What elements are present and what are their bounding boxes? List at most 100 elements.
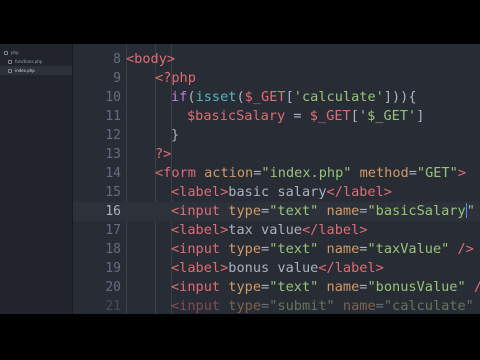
code-token: </label>	[318, 260, 384, 276]
code-token: ?>	[155, 146, 172, 162]
code-token: "text"	[269, 241, 319, 257]
code-token: "submit"	[269, 298, 335, 314]
code-line[interactable]: 12}	[73, 126, 480, 145]
code-token: ]	[416, 108, 425, 124]
code-token: />	[457, 241, 474, 257]
code-token: "calculate"	[383, 298, 474, 314]
code-token: $_GET	[244, 89, 286, 105]
letterbox-bottom	[0, 314, 480, 360]
line-number: 11	[105, 109, 121, 124]
code-token: {	[408, 89, 417, 105]
code-token: "bonusValue"	[367, 279, 466, 295]
code-line[interactable]: 16 <input type="text" name="basicSalary" …	[73, 202, 480, 221]
code-token: </label>	[301, 222, 368, 238]
line-number: 17	[105, 223, 121, 238]
code-token: tax value	[228, 222, 302, 238]
code-line[interactable]: 8 <body>	[73, 50, 480, 69]
line-number: 18	[105, 242, 121, 257]
line-number: 9	[113, 71, 121, 86]
code-token: type	[228, 241, 262, 257]
code-token: (	[236, 89, 245, 105]
line-number: 14	[105, 166, 121, 181]
code-token: type	[228, 298, 262, 314]
code-token: (	[187, 89, 196, 105]
code-token: "index.php"	[261, 165, 352, 181]
code-text: <label>basic salary</label>	[171, 183, 392, 202]
code-line[interactable]: 13 ?>	[73, 145, 480, 164]
code-token: =	[408, 165, 417, 181]
code-token: type	[228, 203, 262, 219]
code-text: <?php	[155, 69, 196, 88]
code-text: if(isset($_GET['calculate'])){	[171, 88, 417, 107]
code-token: >	[457, 165, 467, 181]
code-token: type	[228, 279, 262, 295]
code-token: "taxValue"	[367, 241, 450, 257]
code-line[interactable]: 17 <label>tax value</label>	[73, 221, 480, 240]
code-token: "basicSalary	[367, 203, 466, 219]
code-token: <form	[155, 165, 196, 181]
code-line[interactable]: 9 <?php	[73, 69, 480, 88]
tree-item-label: functions.php	[15, 59, 43, 64]
code-token: }	[171, 127, 180, 143]
code-token: ]))	[383, 89, 409, 105]
code-token: name	[326, 203, 360, 219]
line-number: 13	[105, 147, 121, 162]
code-token: =	[261, 203, 270, 219]
code-text: <input type="text" name="basicSalary" />	[171, 202, 480, 221]
code-line[interactable]: 21 <input type="submit" name="calculate" …	[73, 297, 480, 314]
code-token: <label>	[171, 260, 229, 276]
line-number: 10	[105, 90, 121, 105]
editor-pane[interactable]: 8 <body> 9 <?php 10 if(isset($_GET['calculate…	[73, 44, 480, 314]
code-text: <label>tax value</label>	[171, 221, 367, 240]
code-token: <body>	[126, 51, 176, 67]
letterbox-top	[0, 0, 480, 44]
code-line[interactable]: 10 if(isset($_GET['calculate'])){	[73, 88, 480, 107]
code-token: name	[326, 279, 360, 295]
code-token: name	[342, 298, 376, 314]
code-token: <label>	[171, 184, 229, 200]
code-text: <input type="text" name="bonusValue" />	[171, 278, 480, 297]
code-line[interactable]: 18 <input type="text" name="taxValue" />	[73, 240, 480, 259]
tree-item-folder[interactable]: php	[0, 48, 72, 57]
code-line[interactable]: 20<input type="text" name="bonusValue" /…	[73, 278, 480, 297]
tree-item-file[interactable]: functions.php	[0, 57, 72, 66]
code-token: />	[474, 279, 480, 295]
code-line[interactable]: 15 <label>basic salary</label>	[73, 183, 480, 202]
code-text: $basicSalary = $_GET['$_GET']	[187, 107, 424, 126]
line-number: 16	[105, 204, 121, 219]
line-number: 12	[105, 128, 121, 143]
code-line[interactable]: 19 <label>bonus value</label>	[73, 259, 480, 278]
line-number: 8	[113, 52, 121, 67]
code-token: =	[261, 279, 270, 295]
code-text: <form action="index.php" method="GET">	[155, 164, 466, 183]
code-token: [	[285, 89, 294, 105]
code-token: basic salary	[228, 184, 327, 200]
code-text: <body>	[126, 50, 175, 69]
file-icon	[8, 68, 12, 73]
code-token: <input	[171, 298, 221, 314]
code-line[interactable]: 14 <form action="index.php" method="GET">	[73, 164, 480, 183]
file-tree-sidebar: php functions.php index.php	[0, 44, 73, 314]
code-line[interactable]: 11 $basicSalary = $_GET['$_GET']	[73, 107, 480, 126]
code-text: <input type="text" name="taxValue" />	[171, 240, 474, 259]
code-token: <label>	[171, 222, 229, 238]
code-token: "text"	[269, 279, 319, 295]
code-token: "text"	[269, 203, 319, 219]
file-icon	[8, 59, 12, 64]
code-token: <input	[171, 203, 221, 219]
code-token: <input	[171, 241, 221, 257]
line-number: 15	[105, 185, 121, 200]
line-number: 20	[105, 280, 121, 295]
code-editor-window: php functions.php index.php 8 <body> 9 <?ph…	[0, 44, 480, 314]
code-token: <?php	[155, 70, 196, 86]
code-token: =	[261, 298, 270, 314]
code-token: =	[285, 108, 310, 124]
tree-item-file-selected[interactable]: index.php	[0, 66, 72, 75]
folder-icon	[4, 50, 8, 55]
